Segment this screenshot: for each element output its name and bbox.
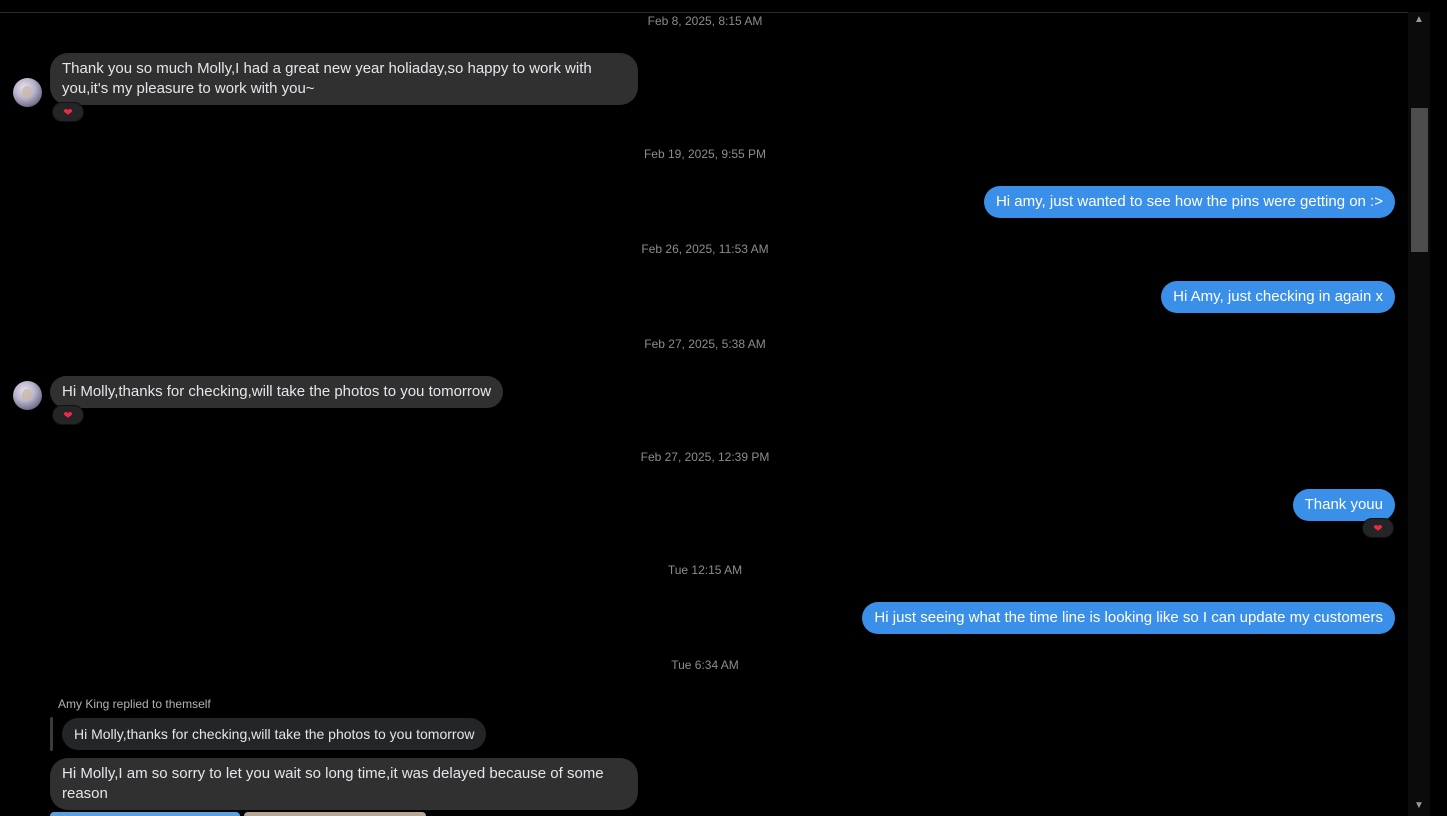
incoming-message[interactable]: Thank you so much Molly,I had a great ne… [50, 53, 638, 105]
chevron-down-icon[interactable]: ▼ [1412, 800, 1426, 812]
heart-icon[interactable]: ❤ [52, 102, 84, 122]
reply-bar [50, 717, 53, 751]
header-divider [0, 12, 1430, 13]
contact-avatar[interactable] [13, 78, 42, 107]
timestamp: Tue 12:15 AM [667, 563, 743, 577]
timestamp: Feb 19, 2025, 9:55 PM [643, 147, 767, 161]
timestamp: Feb 8, 2025, 8:15 AM [647, 14, 763, 28]
outgoing-message[interactable]: Thank youu [1292, 489, 1395, 521]
outgoing-message[interactable]: Hi Amy, just checking in again x [1161, 281, 1395, 313]
reply-label: Amy King replied to themself [58, 697, 211, 711]
incoming-message[interactable]: Hi Molly,I am so sorry to let you wait s… [50, 758, 638, 810]
timestamp: Feb 26, 2025, 11:53 AM [641, 242, 769, 256]
contact-avatar[interactable] [13, 381, 42, 410]
quoted-message[interactable]: Hi Molly,thanks for checking,will take t… [62, 718, 487, 750]
outgoing-message[interactable]: Hi just seeing what the time line is loo… [862, 602, 1395, 634]
scrollbar-thumb[interactable] [1411, 108, 1428, 252]
timestamp: Feb 27, 2025, 5:38 AM [644, 337, 766, 351]
image-attachment[interactable] [50, 812, 240, 816]
heart-icon[interactable]: ❤ [1362, 518, 1394, 538]
timestamp: Feb 27, 2025, 12:39 PM [640, 450, 770, 464]
chevron-up-icon[interactable]: ▲ [1412, 14, 1426, 26]
outgoing-message[interactable]: Hi amy, just wanted to see how the pins … [983, 186, 1395, 218]
incoming-message[interactable]: Hi Molly,thanks for checking,will take t… [50, 376, 504, 408]
heart-icon[interactable]: ❤ [52, 405, 84, 425]
timestamp: Tue 6:34 AM [671, 658, 739, 672]
image-attachment[interactable] [244, 812, 426, 816]
